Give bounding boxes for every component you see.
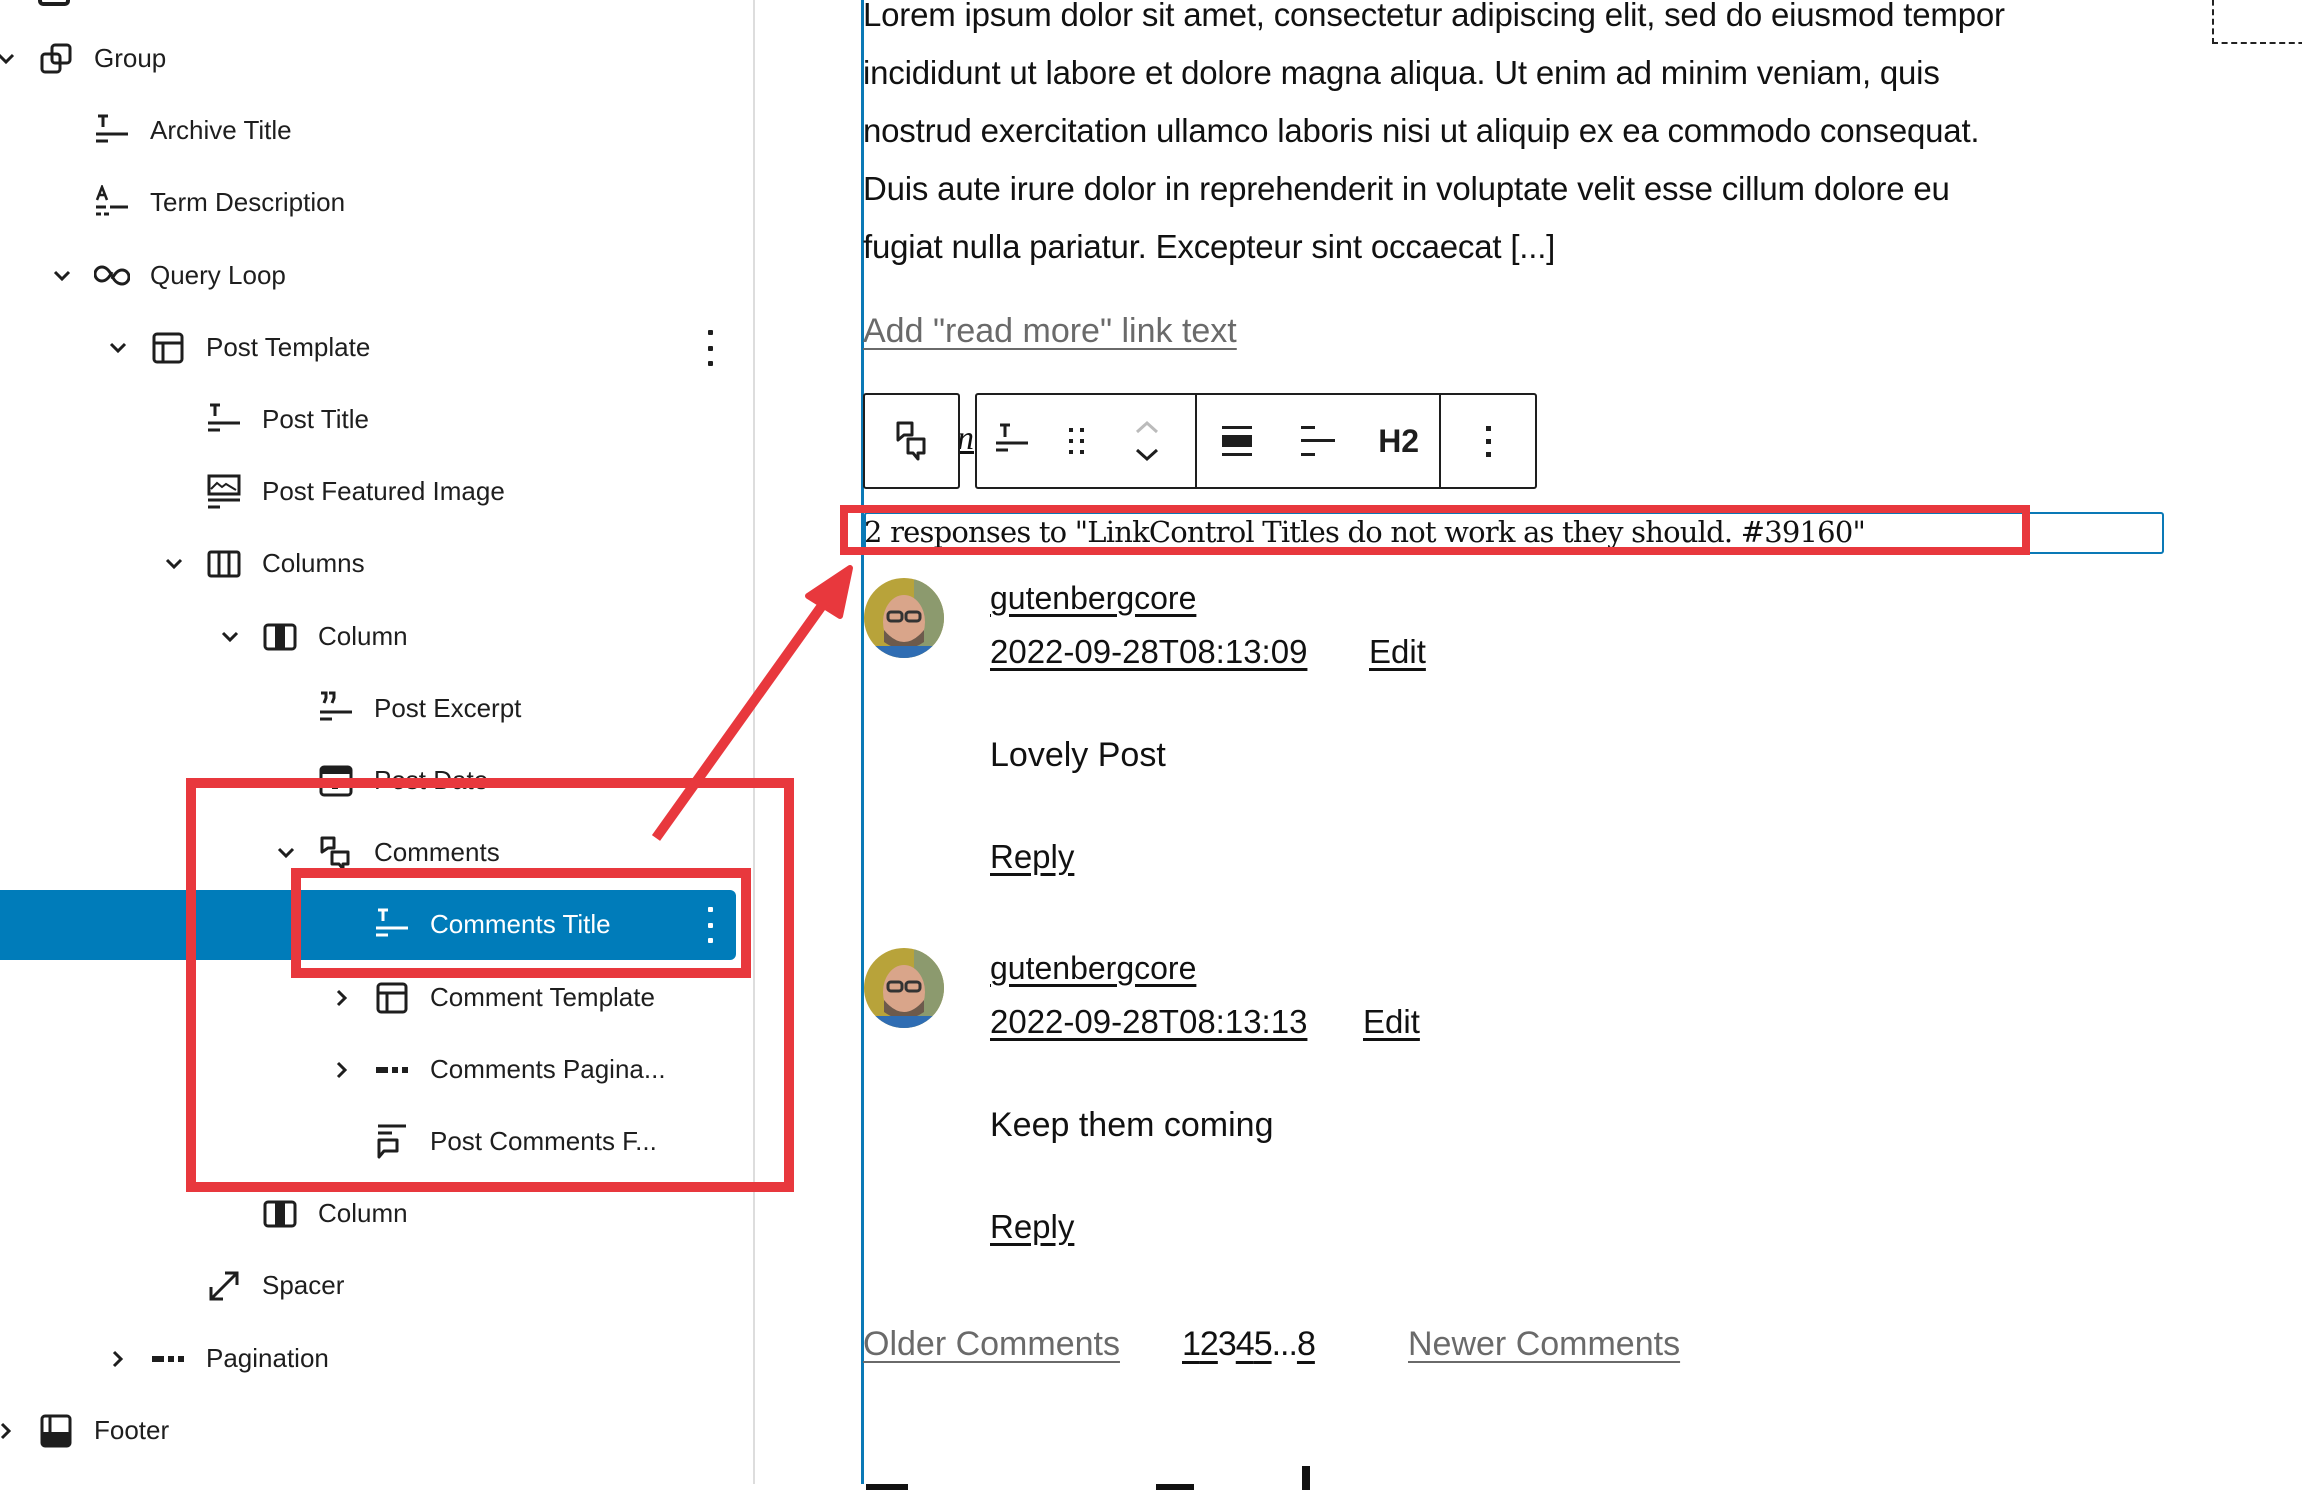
annotation-arrow: [651, 565, 853, 841]
